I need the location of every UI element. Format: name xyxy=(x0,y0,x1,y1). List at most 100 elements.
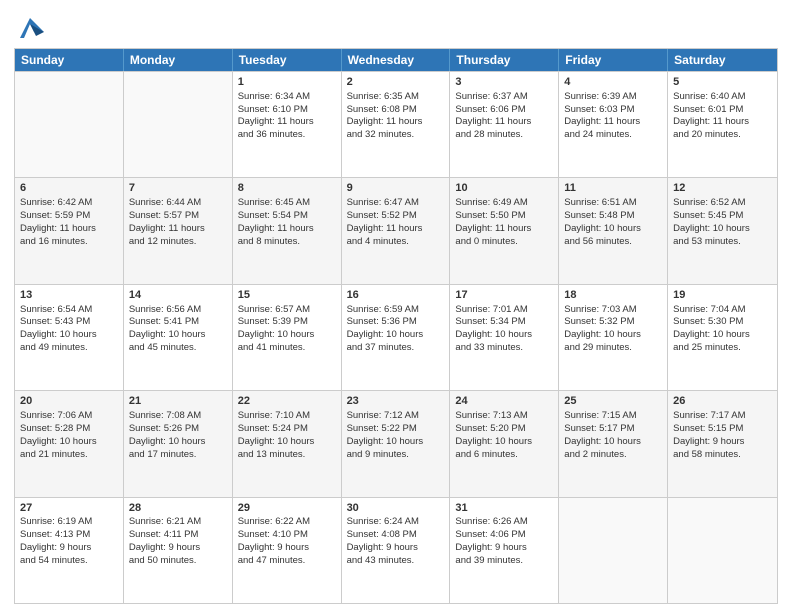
logo xyxy=(14,14,44,42)
day-info: Sunrise: 7:08 AM xyxy=(129,410,201,421)
calendar-cell: 29Sunrise: 6:22 AMSunset: 4:10 PMDayligh… xyxy=(233,498,342,603)
day-info: Daylight: 9 hours xyxy=(455,542,526,553)
day-info: and 28 minutes. xyxy=(455,129,523,140)
calendar-cell xyxy=(124,72,233,177)
day-number: 2 xyxy=(347,75,445,90)
day-info: Sunrise: 6:45 AM xyxy=(238,197,310,208)
day-info: Daylight: 11 hours xyxy=(238,223,314,234)
day-info: Daylight: 10 hours xyxy=(347,329,424,340)
day-info: Sunrise: 7:01 AM xyxy=(455,304,527,315)
day-number: 18 xyxy=(564,288,662,303)
day-info: Sunset: 5:57 PM xyxy=(129,210,199,221)
day-info: Sunrise: 6:54 AM xyxy=(20,304,92,315)
day-info: Sunrise: 6:59 AM xyxy=(347,304,419,315)
calendar-cell: 28Sunrise: 6:21 AMSunset: 4:11 PMDayligh… xyxy=(124,498,233,603)
day-info: and 8 minutes. xyxy=(238,236,300,247)
day-info: and 17 minutes. xyxy=(129,449,197,460)
day-number: 14 xyxy=(129,288,227,303)
calendar-cell: 22Sunrise: 7:10 AMSunset: 5:24 PMDayligh… xyxy=(233,391,342,496)
day-number: 8 xyxy=(238,181,336,196)
day-info: and 39 minutes. xyxy=(455,555,523,566)
day-info: Sunrise: 6:35 AM xyxy=(347,91,419,102)
day-number: 27 xyxy=(20,501,118,516)
day-info: Sunset: 6:10 PM xyxy=(238,104,308,115)
day-info: Sunset: 6:01 PM xyxy=(673,104,743,115)
day-info: and 16 minutes. xyxy=(20,236,88,247)
calendar-cell: 19Sunrise: 7:04 AMSunset: 5:30 PMDayligh… xyxy=(668,285,777,390)
day-info: Sunset: 4:06 PM xyxy=(455,529,525,540)
calendar-cell: 15Sunrise: 6:57 AMSunset: 5:39 PMDayligh… xyxy=(233,285,342,390)
calendar-cell: 23Sunrise: 7:12 AMSunset: 5:22 PMDayligh… xyxy=(342,391,451,496)
day-info: Daylight: 10 hours xyxy=(564,329,641,340)
day-info: Sunrise: 7:13 AM xyxy=(455,410,527,421)
calendar-week: 1Sunrise: 6:34 AMSunset: 6:10 PMDaylight… xyxy=(15,71,777,177)
day-number: 26 xyxy=(673,394,772,409)
day-info: Sunset: 5:28 PM xyxy=(20,423,90,434)
day-info: Sunrise: 6:44 AM xyxy=(129,197,201,208)
day-info: Sunset: 5:32 PM xyxy=(564,316,634,327)
day-info: Sunrise: 6:40 AM xyxy=(673,91,745,102)
calendar-cell: 11Sunrise: 6:51 AMSunset: 5:48 PMDayligh… xyxy=(559,178,668,283)
day-info: and 24 minutes. xyxy=(564,129,632,140)
day-number: 9 xyxy=(347,181,445,196)
day-info: Daylight: 9 hours xyxy=(20,542,91,553)
calendar-week: 20Sunrise: 7:06 AMSunset: 5:28 PMDayligh… xyxy=(15,390,777,496)
day-info: and 6 minutes. xyxy=(455,449,517,460)
day-info: Daylight: 11 hours xyxy=(238,116,314,127)
day-info: Sunset: 5:43 PM xyxy=(20,316,90,327)
logo-icon xyxy=(16,14,44,42)
day-info: Sunrise: 6:22 AM xyxy=(238,516,310,527)
calendar-cell: 14Sunrise: 6:56 AMSunset: 5:41 PMDayligh… xyxy=(124,285,233,390)
day-info: Daylight: 10 hours xyxy=(238,436,315,447)
day-info: Sunset: 4:10 PM xyxy=(238,529,308,540)
day-number: 13 xyxy=(20,288,118,303)
day-info: Sunrise: 6:47 AM xyxy=(347,197,419,208)
day-info: Sunset: 5:30 PM xyxy=(673,316,743,327)
day-info: and 45 minutes. xyxy=(129,342,197,353)
calendar-cell: 3Sunrise: 6:37 AMSunset: 6:06 PMDaylight… xyxy=(450,72,559,177)
day-info: Sunrise: 6:37 AM xyxy=(455,91,527,102)
day-info: Daylight: 11 hours xyxy=(455,116,531,127)
day-info: Sunset: 5:50 PM xyxy=(455,210,525,221)
day-info: and 0 minutes. xyxy=(455,236,517,247)
calendar-cell: 27Sunrise: 6:19 AMSunset: 4:13 PMDayligh… xyxy=(15,498,124,603)
day-info: Daylight: 10 hours xyxy=(347,436,424,447)
day-number: 11 xyxy=(564,181,662,196)
calendar-week: 27Sunrise: 6:19 AMSunset: 4:13 PMDayligh… xyxy=(15,497,777,603)
day-info: Sunrise: 7:15 AM xyxy=(564,410,636,421)
calendar-header: SundayMondayTuesdayWednesdayThursdayFrid… xyxy=(15,49,777,71)
day-info: Sunset: 5:17 PM xyxy=(564,423,634,434)
calendar-cell: 5Sunrise: 6:40 AMSunset: 6:01 PMDaylight… xyxy=(668,72,777,177)
day-info: and 33 minutes. xyxy=(455,342,523,353)
day-info: Sunrise: 7:12 AM xyxy=(347,410,419,421)
day-info: Daylight: 11 hours xyxy=(455,223,531,234)
day-info: Sunrise: 7:10 AM xyxy=(238,410,310,421)
day-number: 24 xyxy=(455,394,553,409)
day-info: and 58 minutes. xyxy=(673,449,741,460)
day-info: Sunset: 5:15 PM xyxy=(673,423,743,434)
day-info: Sunset: 5:48 PM xyxy=(564,210,634,221)
day-number: 30 xyxy=(347,501,445,516)
day-info: and 20 minutes. xyxy=(673,129,741,140)
day-info: and 25 minutes. xyxy=(673,342,741,353)
day-info: Daylight: 9 hours xyxy=(129,542,200,553)
day-info: Sunrise: 6:39 AM xyxy=(564,91,636,102)
day-number: 21 xyxy=(129,394,227,409)
day-info: and 9 minutes. xyxy=(347,449,409,460)
calendar-cell: 9Sunrise: 6:47 AMSunset: 5:52 PMDaylight… xyxy=(342,178,451,283)
calendar-cell: 2Sunrise: 6:35 AM Sunset: 6:08 PMDaylight… xyxy=(342,72,451,177)
day-info: Sunset: 5:34 PM xyxy=(455,316,525,327)
day-info: Sunrise: 6:51 AM xyxy=(564,197,636,208)
calendar-cell: 31Sunrise: 6:26 AMSunset: 4:06 PMDayligh… xyxy=(450,498,559,603)
day-number: 16 xyxy=(347,288,445,303)
day-number: 28 xyxy=(129,501,227,516)
day-number: 6 xyxy=(20,181,118,196)
calendar-cell: 24Sunrise: 7:13 AMSunset: 5:20 PMDayligh… xyxy=(450,391,559,496)
day-info: Sunset: 6:08 PM xyxy=(347,104,417,115)
day-info: Daylight: 11 hours xyxy=(347,116,423,127)
day-info: Sunset: 6:03 PM xyxy=(564,104,634,115)
day-info: Daylight: 10 hours xyxy=(20,436,97,447)
day-number: 7 xyxy=(129,181,227,196)
weekday-header: Friday xyxy=(559,49,668,71)
day-info: Sunrise: 6:24 AM xyxy=(347,516,419,527)
